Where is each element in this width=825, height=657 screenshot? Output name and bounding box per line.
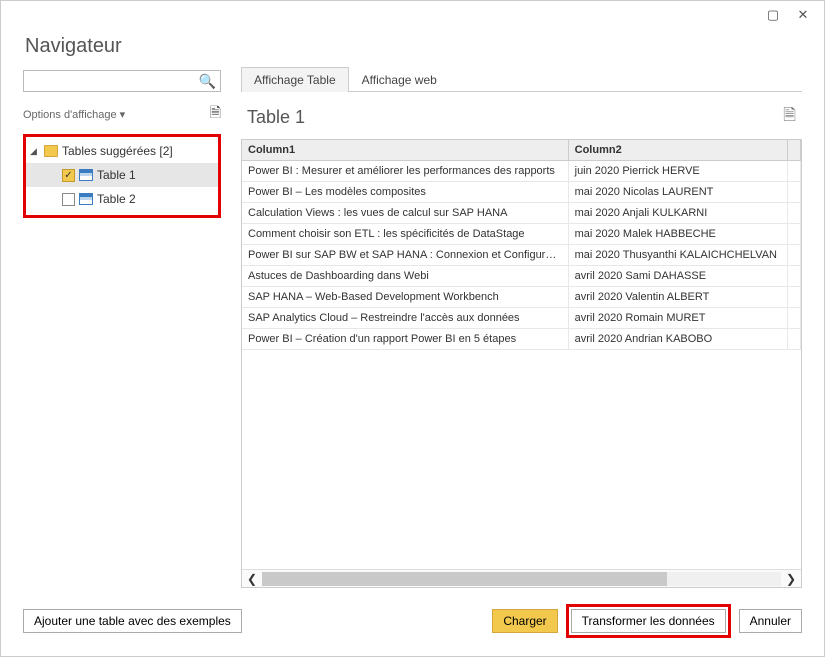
- tree-group-suggested-tables[interactable]: ◢ Tables suggérées [2]: [26, 139, 218, 163]
- table-row[interactable]: Comment choisir son ETL : les spécificit…: [242, 224, 801, 245]
- column-header[interactable]: [787, 140, 800, 161]
- titlebar: ▢ ✕: [1, 1, 824, 29]
- table-cell: avril 2020 Sami DAHASSE: [568, 266, 787, 287]
- footer: Ajouter une table avec des exemples Char…: [1, 588, 824, 656]
- table-cell: avril 2020 Valentin ALBERT: [568, 287, 787, 308]
- table-header-row: Column1 Column2: [242, 140, 801, 161]
- table-cell: [787, 329, 800, 350]
- content-area: 🔍 Options d'affichage ▾ 🗎 ◢ Tables suggé…: [1, 70, 824, 588]
- refresh-options-icon[interactable]: 🗎: [210, 102, 221, 126]
- table-row[interactable]: Astuces de Dashboarding dans Webiavril 2…: [242, 266, 801, 287]
- add-table-button[interactable]: Ajouter une table avec des exemples: [23, 609, 242, 633]
- close-button[interactable]: ✕: [788, 5, 818, 25]
- table-cell: Calculation Views : les vues de calcul s…: [242, 203, 568, 224]
- table-cell: [787, 308, 800, 329]
- table-cell: Power BI sur SAP BW et SAP HANA : Connex…: [242, 245, 568, 266]
- table-row[interactable]: Power BI sur SAP BW et SAP HANA : Connex…: [242, 245, 801, 266]
- table-cell: avril 2020 Romain MURET: [568, 308, 787, 329]
- table-row[interactable]: SAP HANA – Web-Based Development Workben…: [242, 287, 801, 308]
- table-cell: mai 2020 Nicolas LAURENT: [568, 182, 787, 203]
- table-cell: mai 2020 Malek HABBECHE: [568, 224, 787, 245]
- tree-highlight: ◢ Tables suggérées [2] ✓ Table 1 Table 2: [23, 134, 221, 218]
- transform-highlight: Transformer les données: [566, 604, 731, 638]
- cancel-button[interactable]: Annuler: [739, 609, 802, 633]
- search-input[interactable]: [28, 74, 199, 88]
- load-button[interactable]: Charger: [492, 609, 557, 633]
- table-title-row: Table 1 🗎: [241, 92, 802, 139]
- tabs: Affichage Table Affichage web: [241, 66, 802, 92]
- search-icon[interactable]: 🔍: [199, 73, 216, 90]
- tree-item-table-2[interactable]: Table 2: [26, 187, 218, 211]
- table-row[interactable]: Calculation Views : les vues de calcul s…: [242, 203, 801, 224]
- table-icon: [79, 169, 93, 181]
- table-cell: juin 2020 Pierrick HERVE: [568, 161, 787, 182]
- table-cell: [787, 245, 800, 266]
- table-cell: Astuces de Dashboarding dans Webi: [242, 266, 568, 287]
- preview-table: Column1 Column2 Power BI : Mesurer et am…: [242, 140, 801, 350]
- tree-item-table-1[interactable]: ✓ Table 1: [26, 163, 218, 187]
- scroll-thumb[interactable]: [262, 572, 667, 586]
- tree-item-label: Table 2: [97, 192, 136, 206]
- folder-icon: [44, 145, 58, 157]
- table-row[interactable]: Power BI – Création d'un rapport Power B…: [242, 329, 801, 350]
- table-cell: [787, 224, 800, 245]
- table-icon: [79, 193, 93, 205]
- table-cell: avril 2020 Andrian KABOBO: [568, 329, 787, 350]
- right-pane: Affichage Table Affichage web Table 1 🗎 …: [241, 66, 802, 588]
- search-input-wrap[interactable]: 🔍: [23, 70, 221, 92]
- scroll-right-icon[interactable]: ❯: [781, 572, 801, 586]
- column-header[interactable]: Column1: [242, 140, 568, 161]
- table-cell: [787, 161, 800, 182]
- column-header[interactable]: Column2: [568, 140, 787, 161]
- data-grid: Column1 Column2 Power BI : Mesurer et am…: [241, 139, 802, 588]
- table-cell: [787, 266, 800, 287]
- table-cell: Power BI : Mesurer et améliorer les perf…: [242, 161, 568, 182]
- checkbox-table-1[interactable]: ✓: [62, 169, 75, 182]
- display-options[interactable]: Options d'affichage ▾ 🗎: [23, 100, 221, 128]
- table-cell: [787, 182, 800, 203]
- table-row[interactable]: Power BI : Mesurer et améliorer les perf…: [242, 161, 801, 182]
- navigator-dialog: ▢ ✕ Navigateur 🔍 Options d'affichage ▾ 🗎…: [0, 0, 825, 657]
- table-cell: SAP Analytics Cloud – Restreindre l'accè…: [242, 308, 568, 329]
- table-title: Table 1: [247, 107, 305, 128]
- table-cell: Comment choisir son ETL : les spécificit…: [242, 224, 568, 245]
- table-cell: [787, 287, 800, 308]
- chevron-down-icon: ◢: [30, 146, 40, 157]
- maximize-button[interactable]: ▢: [758, 5, 788, 25]
- table-cell: SAP HANA – Web-Based Development Workben…: [242, 287, 568, 308]
- tab-table-view[interactable]: Affichage Table: [241, 67, 349, 92]
- transform-data-button[interactable]: Transformer les données: [571, 609, 726, 633]
- table-cell: Power BI – Création d'un rapport Power B…: [242, 329, 568, 350]
- refresh-preview-icon[interactable]: 🗎: [783, 104, 796, 131]
- dialog-title: Navigateur: [1, 29, 824, 70]
- tree-group-label: Tables suggérées [2]: [62, 144, 173, 158]
- table-row[interactable]: SAP Analytics Cloud – Restreindre l'accè…: [242, 308, 801, 329]
- table-cell: mai 2020 Thusyanthi KALAICHCHELVAN: [568, 245, 787, 266]
- display-options-label: Options d'affichage ▾: [23, 108, 125, 121]
- table-cell: mai 2020 Anjali KULKARNI: [568, 203, 787, 224]
- horizontal-scrollbar[interactable]: ❮ ❯: [242, 569, 801, 587]
- table-cell: Power BI – Les modèles composites: [242, 182, 568, 203]
- scroll-track[interactable]: [262, 572, 781, 586]
- table-cell: [787, 203, 800, 224]
- grid-scroll: Column1 Column2 Power BI : Mesurer et am…: [242, 140, 801, 569]
- scroll-left-icon[interactable]: ❮: [242, 572, 262, 586]
- tab-web-view[interactable]: Affichage web: [349, 67, 450, 92]
- checkbox-table-2[interactable]: [62, 193, 75, 206]
- table-row[interactable]: Power BI – Les modèles compositesmai 202…: [242, 182, 801, 203]
- tree-item-label: Table 1: [97, 168, 136, 182]
- left-pane: 🔍 Options d'affichage ▾ 🗎 ◢ Tables suggé…: [23, 70, 221, 588]
